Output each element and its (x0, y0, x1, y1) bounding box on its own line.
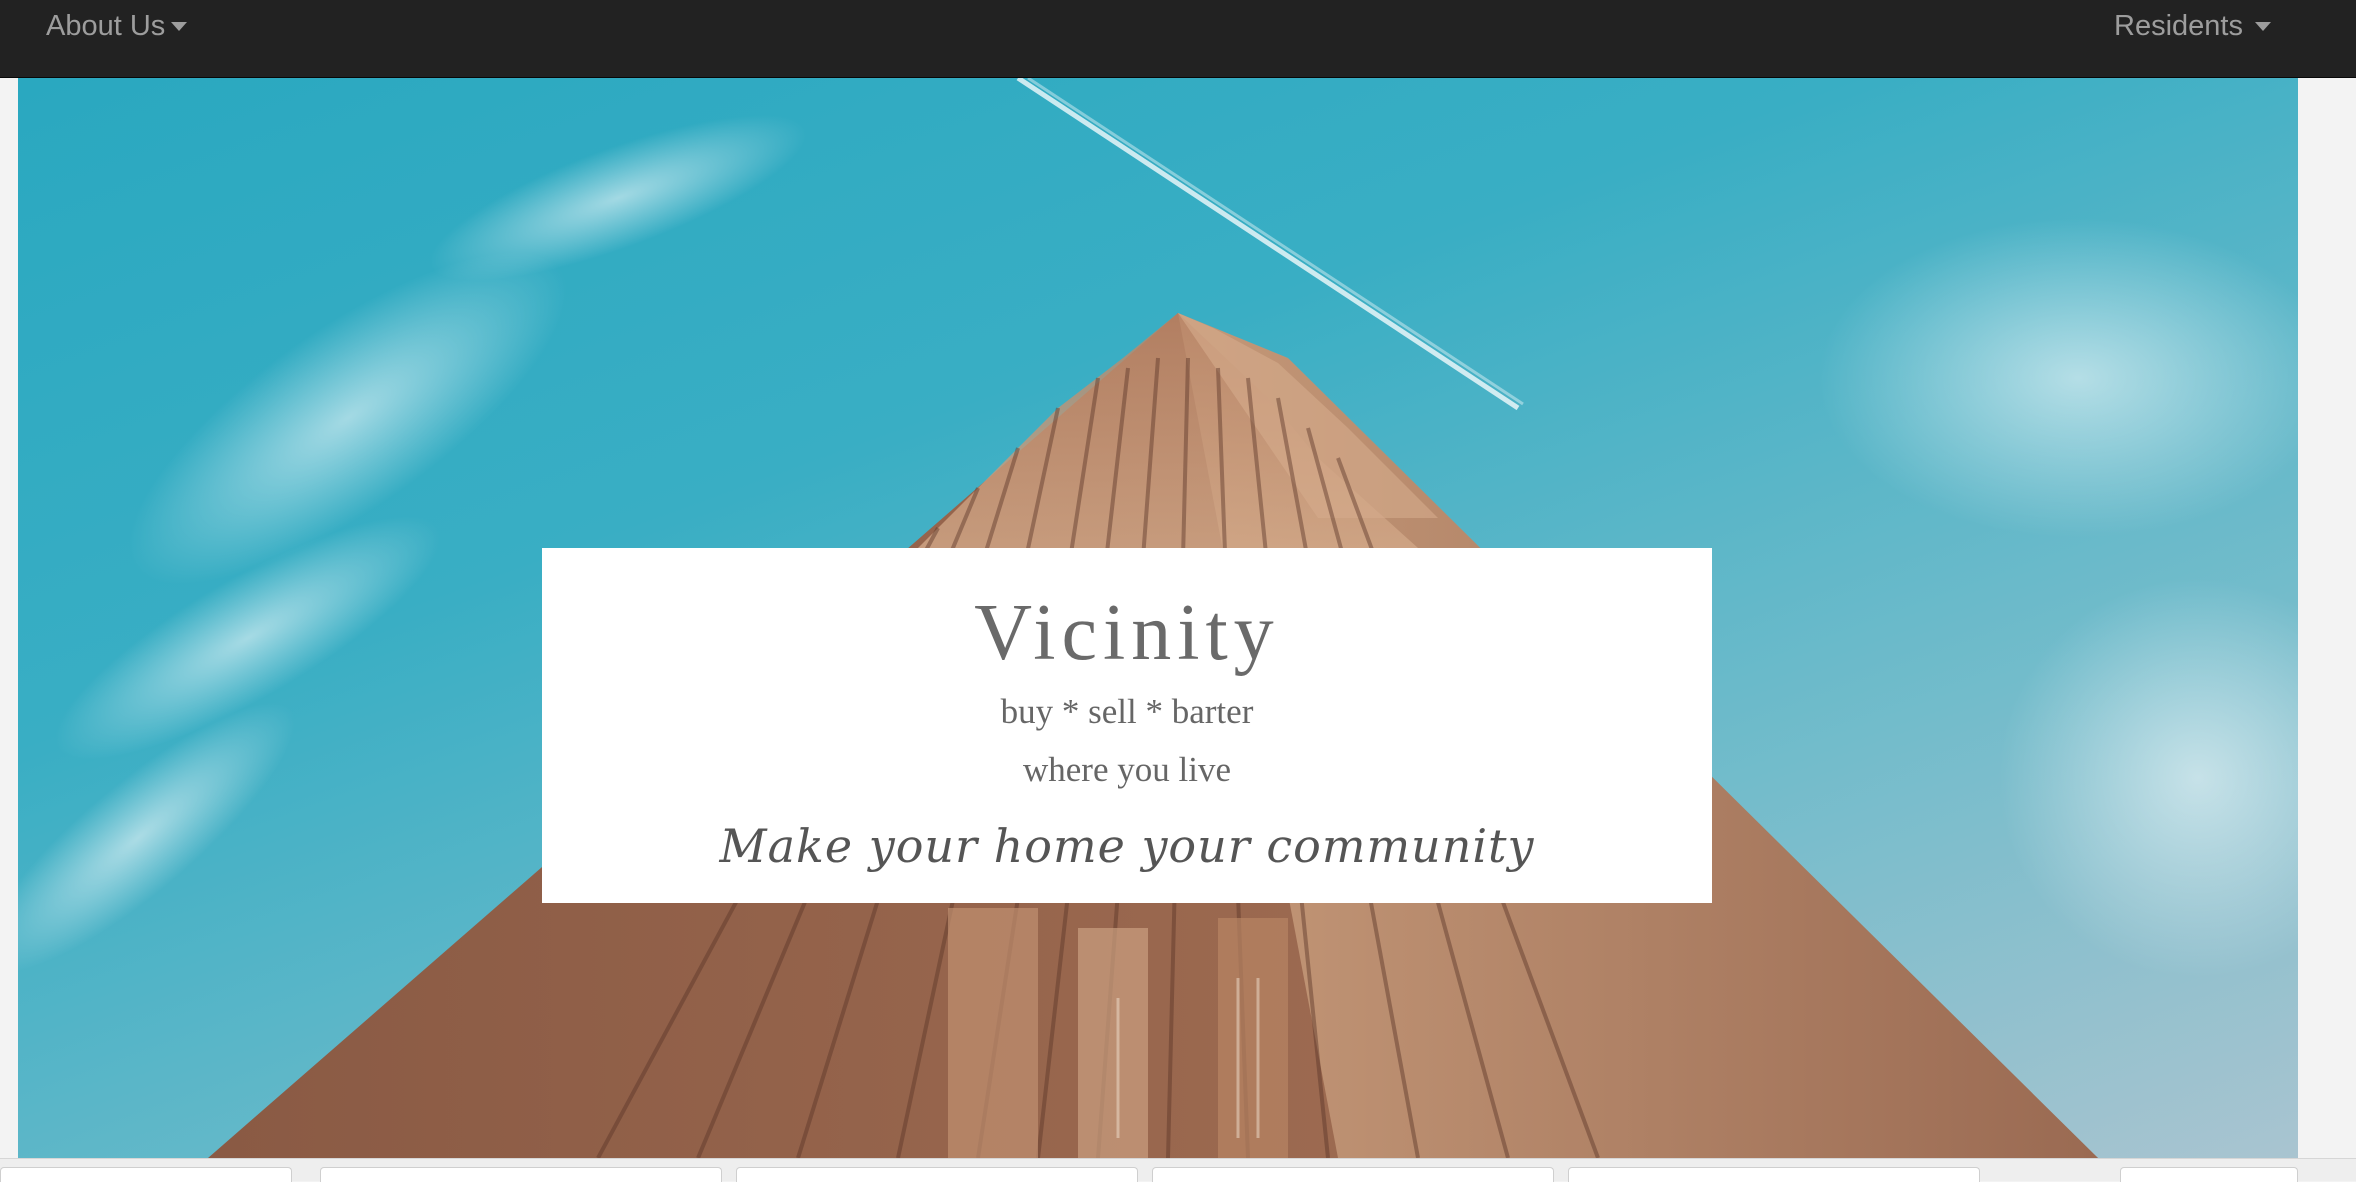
nav-about-us-dropdown[interactable]: About Us (46, 8, 188, 44)
nav-residents-label: Residents (2114, 10, 2243, 42)
caret-down-icon (2254, 21, 2271, 31)
site-tagline: Make your home your community (719, 819, 1535, 873)
page-right-gutter (2298, 78, 2356, 1158)
page-left-gutter (0, 78, 18, 1158)
hero-card: Vicinity buy * sell * barter where you l… (542, 548, 1712, 903)
caret-down-icon (171, 21, 188, 31)
site-subtitle-line2: where you live (1023, 750, 1231, 789)
top-navbar: About Us Residents (0, 0, 2356, 78)
site-title: Vicinity (974, 589, 1280, 677)
bottom-tab-strip (0, 1158, 2356, 1182)
nav-residents-dropdown[interactable]: Residents (2114, 8, 2271, 44)
site-subtitle-line1: buy * sell * barter (1000, 692, 1254, 731)
nav-about-us-label: About Us (46, 10, 166, 42)
